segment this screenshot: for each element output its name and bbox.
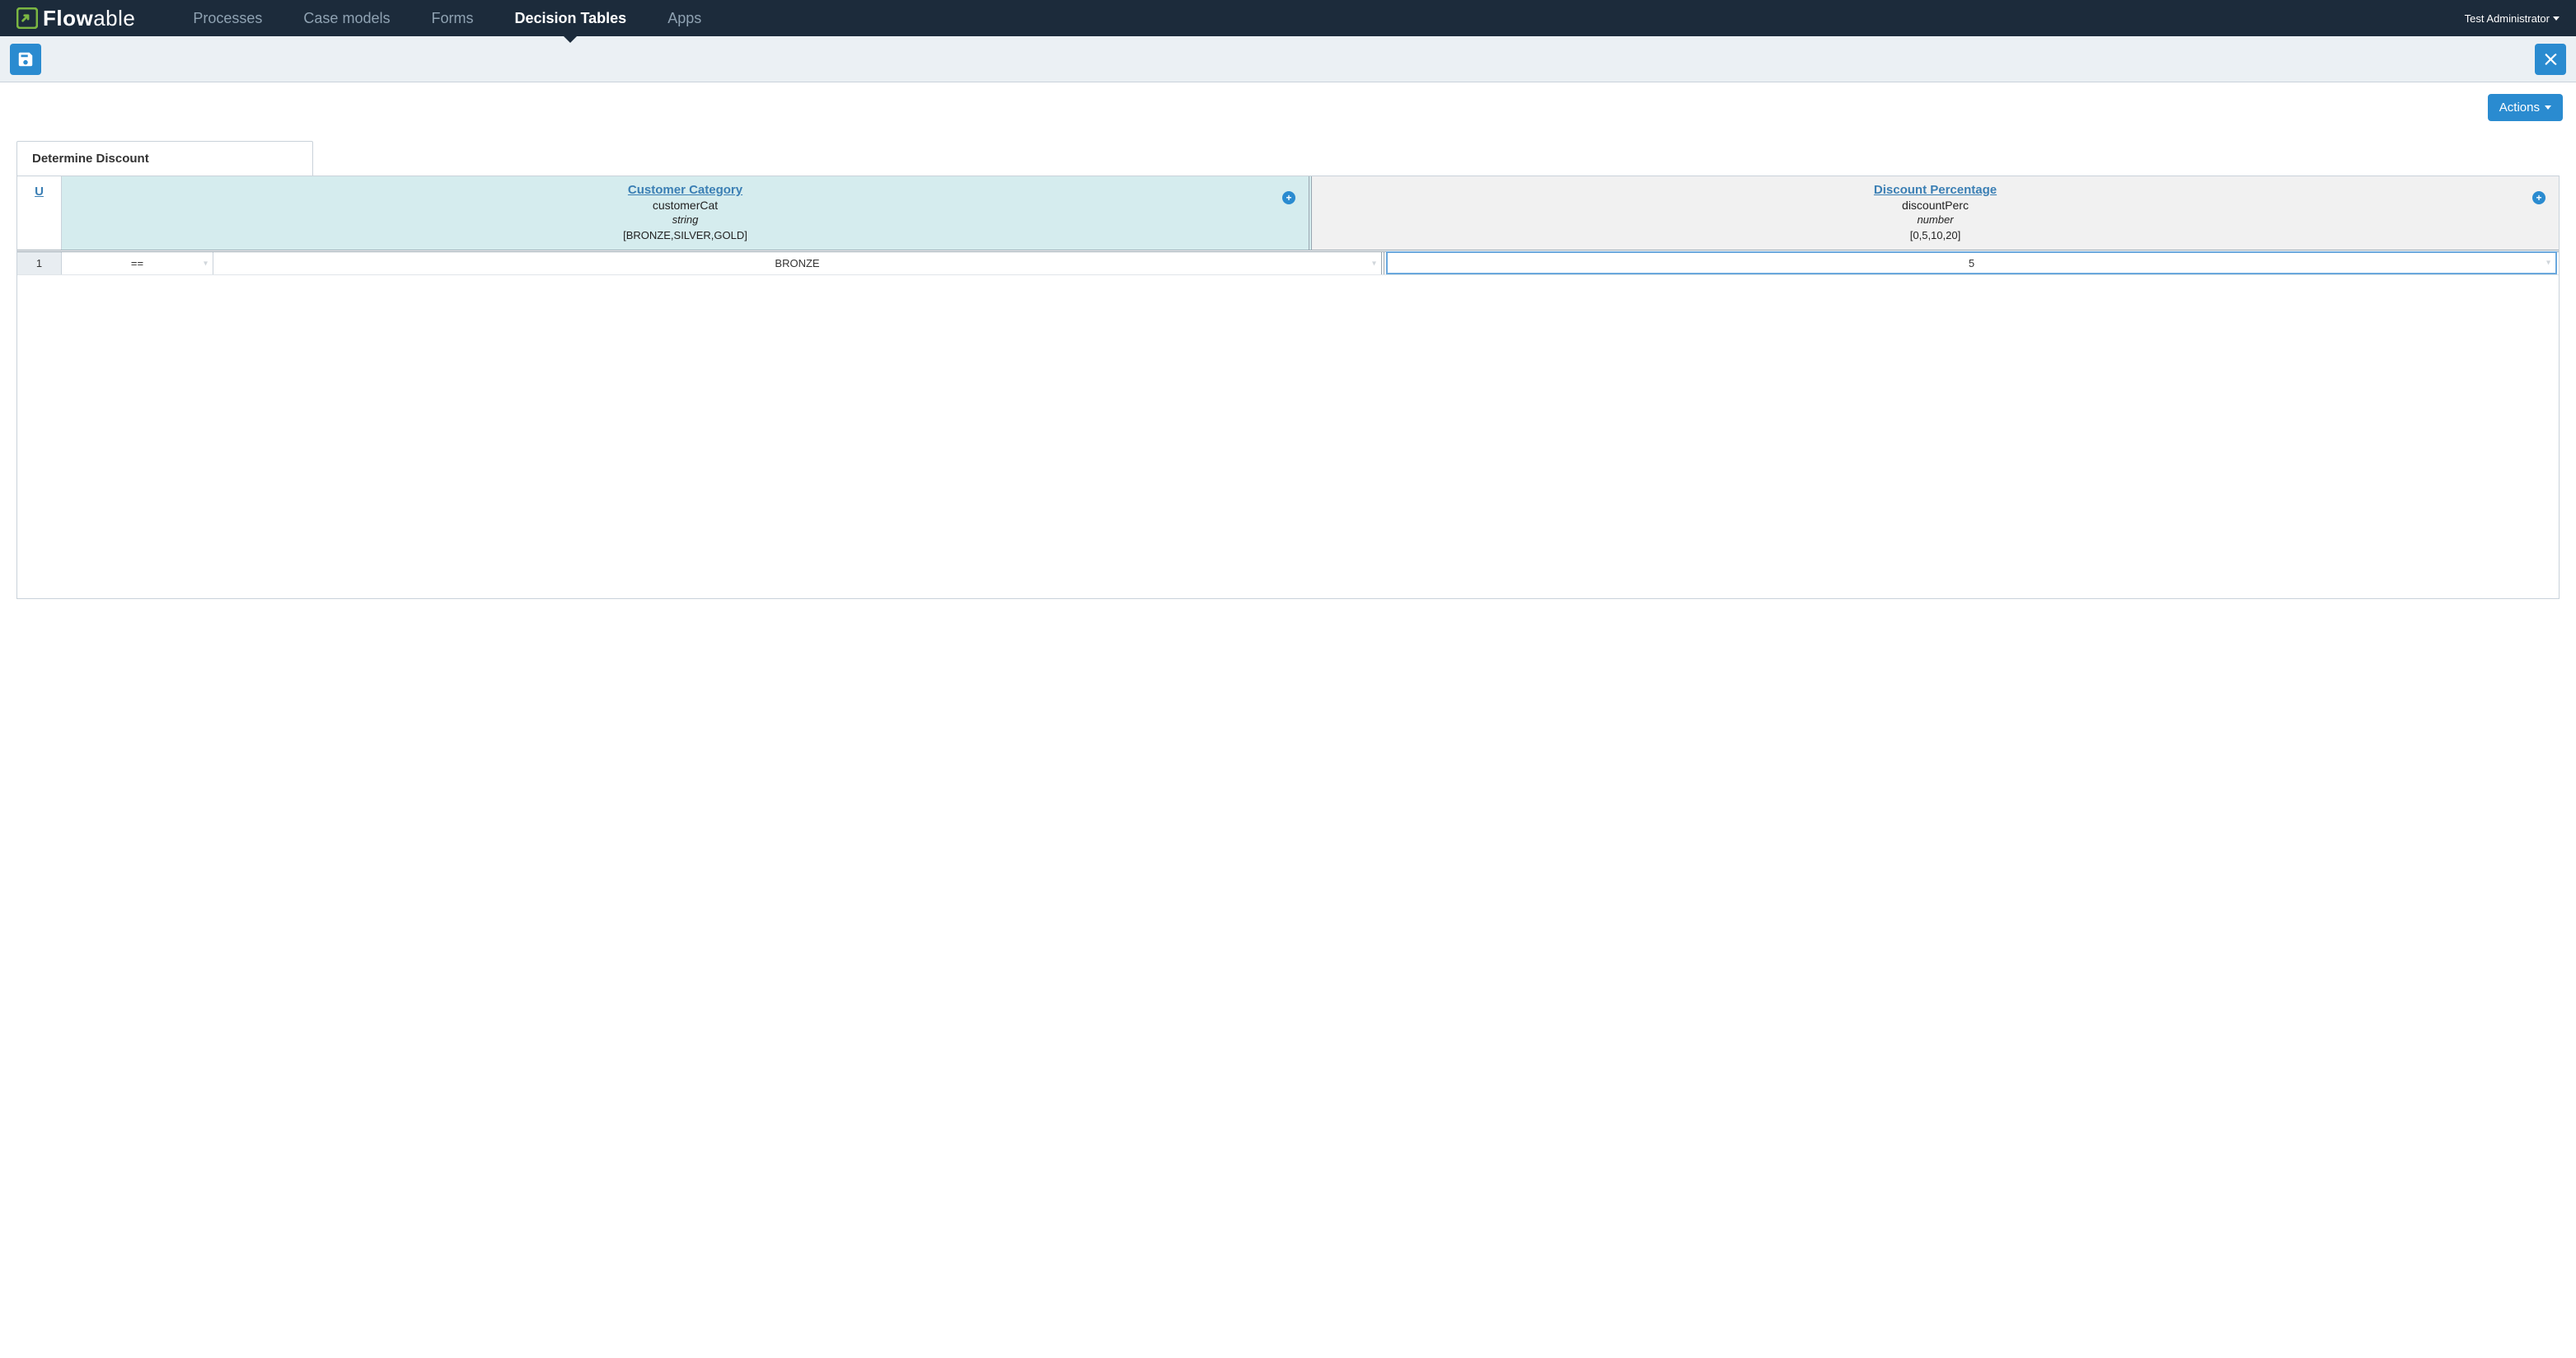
row-number: 1 <box>17 252 62 274</box>
operator-value: == <box>131 257 143 269</box>
nav-items: Processes Case models Forms Decision Tab… <box>193 0 2464 36</box>
output-column-variable: discountPerc <box>1320 199 2550 212</box>
dropdown-caret-icon: ▾ <box>2546 259 2550 268</box>
close-button[interactable] <box>2535 44 2566 75</box>
plus-icon: + <box>2532 191 2546 204</box>
dropdown-caret-icon: ▾ <box>204 259 208 268</box>
header-row: U Customer Category customerCat string [… <box>17 176 2559 252</box>
hit-policy-link[interactable]: U <box>35 185 44 199</box>
output-column-values: [0,5,10,20] <box>1320 229 2550 241</box>
input-value-cell[interactable]: BRONZE ▾ <box>213 252 1384 274</box>
user-menu[interactable]: Test Administrator <box>2465 12 2560 25</box>
editor-toolbar <box>0 36 2576 82</box>
table-empty-area[interactable] <box>17 275 2559 598</box>
caret-down-icon <box>2545 105 2551 110</box>
input-column-values: [BRONZE,SILVER,GOLD] <box>70 229 1300 241</box>
input-column-variable: customerCat <box>70 199 1300 212</box>
chevron-down-icon <box>2553 16 2560 21</box>
logo-icon <box>16 7 38 29</box>
save-icon <box>16 50 35 68</box>
output-column-header[interactable]: Discount Percentage discountPerc number … <box>1312 176 2559 250</box>
plus-icon: + <box>1282 191 1295 204</box>
add-output-column-button[interactable]: + <box>2532 191 2546 204</box>
input-column-header[interactable]: Customer Category customerCat string [BR… <box>62 176 1312 250</box>
table-name-tab[interactable]: Determine Discount <box>16 141 313 176</box>
input-column-type: string <box>70 213 1300 226</box>
close-icon <box>2541 50 2560 68</box>
operator-cell[interactable]: == ▾ <box>62 252 213 274</box>
actions-button[interactable]: Actions <box>2488 94 2563 121</box>
decision-table: U Customer Category customerCat string [… <box>16 176 2560 599</box>
output-cell-value: 5 <box>1969 257 1974 269</box>
nav-case-models[interactable]: Case models <box>303 0 390 36</box>
nav-decision-tables[interactable]: Decision Tables <box>514 0 626 36</box>
user-name: Test Administrator <box>2465 12 2550 25</box>
actions-bar: Actions <box>0 82 2576 121</box>
add-input-column-button[interactable]: + <box>1282 191 1295 204</box>
dropdown-caret-icon: ▾ <box>1372 259 1376 268</box>
nav-processes[interactable]: Processes <box>193 0 262 36</box>
logo: Flowable <box>16 6 135 31</box>
output-column-type: number <box>1320 213 2550 226</box>
input-column-label[interactable]: Customer Category <box>70 183 1300 197</box>
hit-policy-cell[interactable]: U <box>17 176 62 250</box>
top-navbar: Flowable Processes Case models Forms Dec… <box>0 0 2576 36</box>
input-cell-value: BRONZE <box>775 257 819 269</box>
logo-text: Flowable <box>43 6 135 31</box>
nav-apps[interactable]: Apps <box>667 0 701 36</box>
save-button[interactable] <box>10 44 41 75</box>
output-column-label[interactable]: Discount Percentage <box>1320 183 2550 197</box>
nav-forms[interactable]: Forms <box>431 0 473 36</box>
decision-table-editor: Determine Discount U Customer Category c… <box>0 121 2576 616</box>
table-row: 1 == ▾ BRONZE ▾ 5 ▾ <box>17 252 2559 275</box>
actions-label: Actions <box>2499 101 2540 115</box>
output-value-cell[interactable]: 5 ▾ <box>1386 251 2557 274</box>
